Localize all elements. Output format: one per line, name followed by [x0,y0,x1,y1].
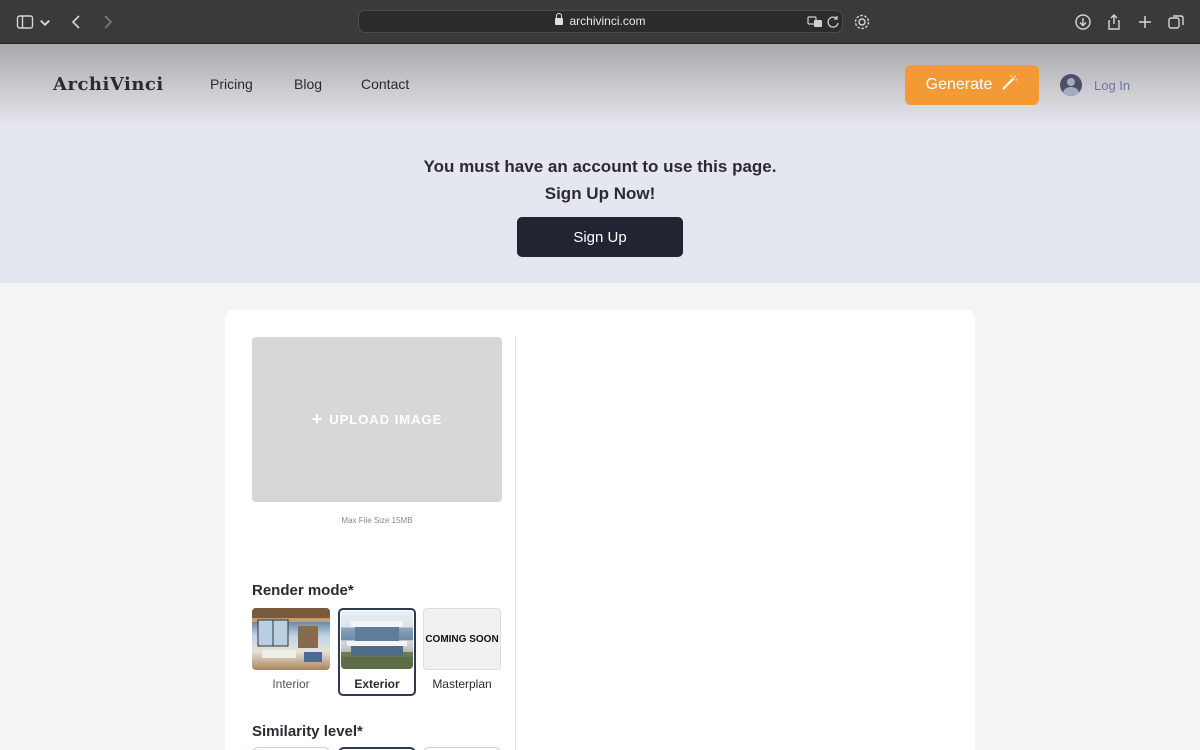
upload-image-dropzone[interactable]: + UPLOAD IMAGE [252,337,502,502]
render-mode-interior[interactable]: Interior [252,608,330,698]
browser-toolbar: archivinci.com [0,0,1200,44]
new-tab-icon[interactable] [1134,11,1156,33]
lock-icon [555,13,564,25]
site-header: ArchiVinci Pricing Blog Contact Generate… [0,44,1200,126]
masterplan-thumbnail: COMING SOON [423,608,501,670]
download-icon[interactable] [1072,11,1094,33]
render-mode-exterior[interactable]: Exterior [338,608,416,696]
interior-thumbnail [252,608,330,670]
nav-blog[interactable]: Blog [294,76,322,92]
nav-contact[interactable]: Contact [361,76,409,92]
forward-icon[interactable] [96,11,118,33]
tab-overview-icon[interactable] [1165,11,1187,33]
translate-icon[interactable] [807,14,823,30]
share-icon[interactable] [1103,11,1125,33]
interior-label: Interior [272,677,310,691]
login-link[interactable]: Log In [1094,78,1130,93]
site-logo[interactable]: ArchiVinci [53,74,164,95]
masterplan-label: Masterplan [432,677,492,691]
url-text: archivinci.com [359,13,842,28]
exterior-label: Exterior [354,677,400,691]
similarity-level-title: Similarity level* [252,723,363,740]
reload-icon[interactable] [825,14,841,30]
generate-button[interactable]: Generate [905,65,1039,105]
upload-label: UPLOAD IMAGE [329,412,443,427]
magic-wand-icon [1000,74,1018,97]
nav-pricing[interactable]: Pricing [210,76,253,92]
avatar-icon[interactable] [1060,74,1082,96]
panel-divider [515,336,516,750]
generate-label: Generate [925,76,993,93]
sidebar-toggle-icon[interactable] [14,11,36,33]
gear-icon[interactable] [851,11,873,33]
banner-message: You must have an account to use this pag… [423,157,777,176]
max-file-size-note: Max File Size 15MB [341,516,413,525]
chevron-down-icon[interactable] [38,11,52,33]
plus-icon: + [311,409,324,429]
address-bar[interactable]: archivinci.com [358,10,843,33]
signup-banner: You must have an account to use this pag… [0,126,1200,283]
signup-button[interactable]: Sign Up [517,217,683,257]
coming-soon-overlay: COMING SOON [425,633,499,645]
banner-cta-text: Sign Up Now! [544,184,656,203]
render-panel: + UPLOAD IMAGE Max File Size 15MB Render… [225,310,975,750]
exterior-thumbnail [341,611,413,669]
render-mode-masterplan[interactable]: COMING SOON Masterplan [423,608,501,698]
render-mode-title: Render mode* [252,582,354,599]
back-icon[interactable] [66,11,88,33]
